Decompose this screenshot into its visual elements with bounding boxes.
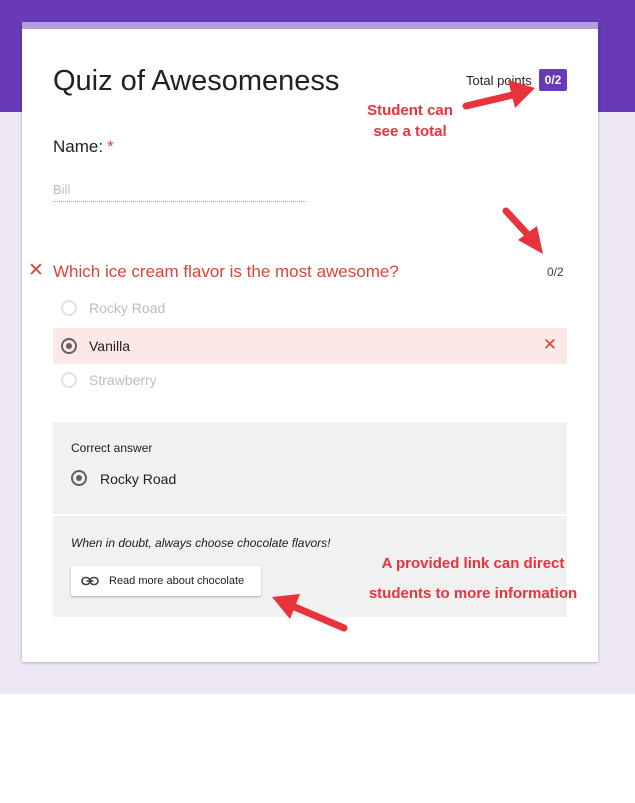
annotation-arrows [272, 80, 543, 632]
arrow-to-link-button-icon [272, 594, 348, 632]
arrow-to-total-icon [462, 80, 535, 110]
arrow-to-question-score-icon [502, 207, 543, 254]
